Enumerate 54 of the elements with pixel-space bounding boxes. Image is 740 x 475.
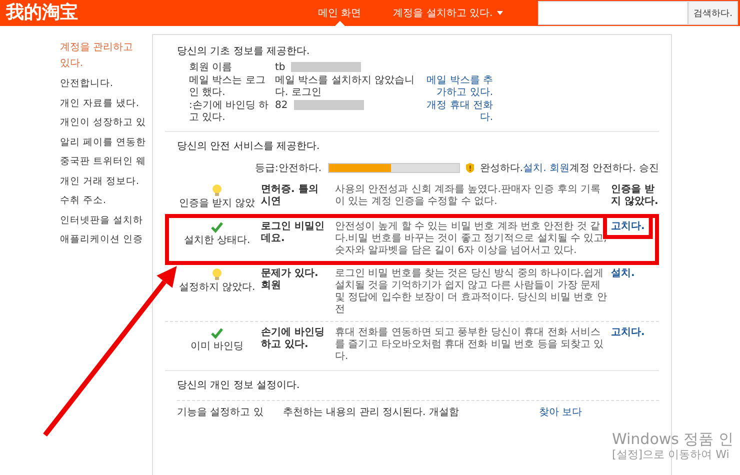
- lightbulb-icon: [211, 184, 223, 196]
- sidebar-link[interactable]: 인터넷판을 설치하: [60, 210, 144, 230]
- status-text: 이미 바인딩: [190, 341, 244, 353]
- action-link[interactable]: 설치.: [611, 268, 635, 279]
- status-text: 인증을 받지 않았: [178, 198, 256, 210]
- grade-note: 완성하다.설치. 회원계정 안전하다. 승진: [480, 162, 659, 175]
- sidebar-link[interactable]: 애플리케이션 인증: [60, 230, 144, 250]
- section-heading: 당신의 안전 서비스를 제공한다.: [177, 140, 321, 153]
- sidebar-link[interactable]: 알리 페이를 연동한: [60, 132, 146, 152]
- section-heading: 당신의 개인 정보 설정이다.: [177, 379, 301, 392]
- status-note: 인증을 받지 않았다.: [611, 184, 658, 207]
- field-label: 회원 이름: [189, 62, 234, 74]
- field-value: tb: [275, 62, 286, 73]
- item-title: 손기에 바인딩 하고 있다.: [261, 327, 326, 352]
- sidebar-link[interactable]: 개인이 성장하고 있: [60, 113, 146, 132]
- item-description: 로그인 비밀 번호를 찾는 것은 당신 방식 중의 하나이다.쉽게 설치될 것을 기억하기가 쉽지 않고 다른 사람들이 가장 문제 및 정답에 입수한 보장이 더 효과적이다. 당신의 비밀 번호 안전: [335, 268, 607, 316]
- search-field[interactable]: [538, 1, 688, 25]
- link[interactable]: 개정 휴대 전화다.: [421, 100, 493, 124]
- sidebar-link[interactable]: 수취 주소.: [60, 191, 106, 210]
- activation-notice-text: [설정]으로 이동하여 Wi: [612, 448, 730, 462]
- sidebar-link[interactable]: 개인 자료를 냈다.: [60, 94, 140, 113]
- item-description: 안전성이 높게 할 수 있는 비밀 번호 계좌 번호 안전한 것 같다.비밀 번호를 바꾸는 것이 좋고 정기적으로 설치될 수 있고, 숫자와 알파벳을 담은 길이 6자 이상을 넘어서고 있다.: [335, 221, 607, 257]
- section-heading: 당신의 기초 정보를 제공한다.: [177, 45, 311, 58]
- lightbulb-icon: [211, 268, 223, 280]
- activation-notice-title: Windows 정품 인: [612, 430, 734, 448]
- item-title: 로그인 비밀인데요.: [261, 221, 326, 246]
- link[interactable]: 회원: [549, 163, 570, 174]
- item-description: 사용의 안전성과 신회 계좌를 높였다.판매자 인증 후의 기록이 있는 계정 인증을 수정할 수 없다.: [335, 184, 602, 209]
- link[interactable]: 찾아 보다: [539, 407, 582, 418]
- field-value: 추천하는 내용의 관리 정시된다. 개설함: [283, 407, 460, 419]
- item-title: 면허증. 틀의 시연: [261, 184, 320, 209]
- check-icon: [211, 327, 223, 339]
- field-value: 메일 박스를 설치하지 않았습니다. 로그인: [275, 75, 415, 98]
- sidebar-title: 계정을 관리하고 있다.: [60, 41, 134, 71]
- sidebar-link[interactable]: 중국판 트위터인 웨: [60, 152, 146, 172]
- sidebar-link[interactable]: 안전합니다.: [60, 74, 114, 94]
- action-link[interactable]: 고치다.: [611, 327, 645, 338]
- status-text: 설정하지 않았다.: [178, 282, 256, 294]
- item-title: 문제가 있다. 회원: [261, 268, 320, 293]
- caret-icon[interactable]: [496, 11, 503, 15]
- field-label: :손기에 바인딩 하고 있다.: [189, 100, 269, 124]
- shield-icon: [466, 162, 474, 174]
- search-button[interactable]: 검색하다.: [688, 1, 738, 25]
- check-icon: [211, 221, 223, 233]
- link[interactable]: 메일 박스를 추가하고 있다.: [421, 75, 493, 99]
- item-description: 휴대 전화를 연동하면 되고 풍부한 당신이 휴대 전화 서비스를 즐기고 타오바오처럼 휴대 전화 비밀 번호 등을 되찾고 있다.: [335, 327, 605, 363]
- action-link[interactable]: 고치다.: [611, 221, 645, 232]
- link[interactable]: 설치.: [523, 163, 546, 174]
- sidebar-link[interactable]: 개인 거래 정보다.: [60, 172, 140, 191]
- grade-label: 등급:안전하다.: [255, 162, 322, 175]
- field-label: 메일 박스는 로그인 했다.: [189, 75, 266, 99]
- field-value: 82: [275, 100, 288, 111]
- field-label: 기능을 설정하고 있: [177, 407, 264, 419]
- status-text: 설치한 상태다.: [184, 235, 250, 247]
